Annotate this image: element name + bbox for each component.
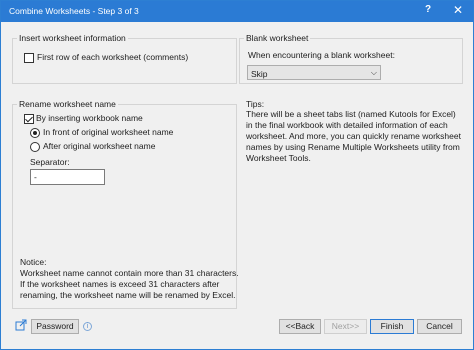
share-icon[interactable]: [15, 319, 27, 331]
rename-worksheet-group-title: Rename worksheet name: [17, 99, 118, 109]
tips-text: There will be a sheet tabs list (named K…: [246, 109, 461, 163]
notice-title: Notice:: [20, 257, 47, 267]
first-row-checkbox[interactable]: [24, 53, 34, 63]
title-bar: Combine Worksheets - Step 3 of 3 ? ✕: [1, 1, 473, 22]
blank-worksheet-prompt: When encountering a blank worksheet:: [248, 50, 395, 60]
insert-workbook-name-label: By inserting workbook name: [36, 113, 143, 123]
password-button[interactable]: Password: [31, 319, 79, 334]
blank-worksheet-select-value: Skip: [251, 69, 268, 79]
combine-worksheets-dialog: Combine Worksheets - Step 3 of 3 ? ✕ Ins…: [0, 0, 474, 350]
cancel-button[interactable]: Cancel: [417, 319, 462, 334]
in-front-label: In front of original worksheet name: [43, 127, 174, 137]
separator-label: Separator:: [30, 157, 70, 167]
chevron-down-icon: ⌵: [370, 68, 377, 77]
insert-workbook-name-checkbox[interactable]: [24, 114, 34, 124]
first-row-label: First row of each worksheet (comments): [37, 52, 189, 62]
rename-worksheet-group: Rename worksheet name By inserting workb…: [12, 99, 239, 309]
info-icon[interactable]: i: [83, 322, 92, 331]
notice-line-3: renaming, the worksheet name will be ren…: [20, 290, 236, 300]
in-front-radio[interactable]: [30, 128, 40, 138]
after-radio[interactable]: [30, 142, 40, 152]
insert-info-group: Insert worksheet information First row o…: [12, 33, 237, 84]
separator-input-value: -: [34, 172, 37, 182]
help-button[interactable]: ?: [425, 4, 431, 15]
blank-worksheet-group: Blank worksheet When encountering a blan…: [239, 33, 463, 84]
blank-worksheet-select[interactable]: Skip ⌵: [247, 65, 381, 80]
notice-line-2: If the worksheet names is exceed 31 char…: [20, 279, 220, 289]
insert-info-group-title: Insert worksheet information: [17, 33, 128, 43]
finish-button[interactable]: Finish: [370, 319, 414, 334]
after-label: After original worksheet name: [43, 141, 156, 151]
back-button[interactable]: <<Back: [279, 319, 321, 334]
window-title: Combine Worksheets - Step 3 of 3: [9, 6, 139, 16]
blank-worksheet-group-title: Blank worksheet: [244, 33, 311, 43]
next-button[interactable]: Next>>: [324, 319, 367, 334]
tips-title: Tips:: [246, 99, 265, 109]
separator-input[interactable]: -: [30, 169, 105, 185]
notice-line-1: Worksheet name cannot contain more than …: [20, 268, 239, 278]
close-button[interactable]: ✕: [453, 3, 463, 17]
